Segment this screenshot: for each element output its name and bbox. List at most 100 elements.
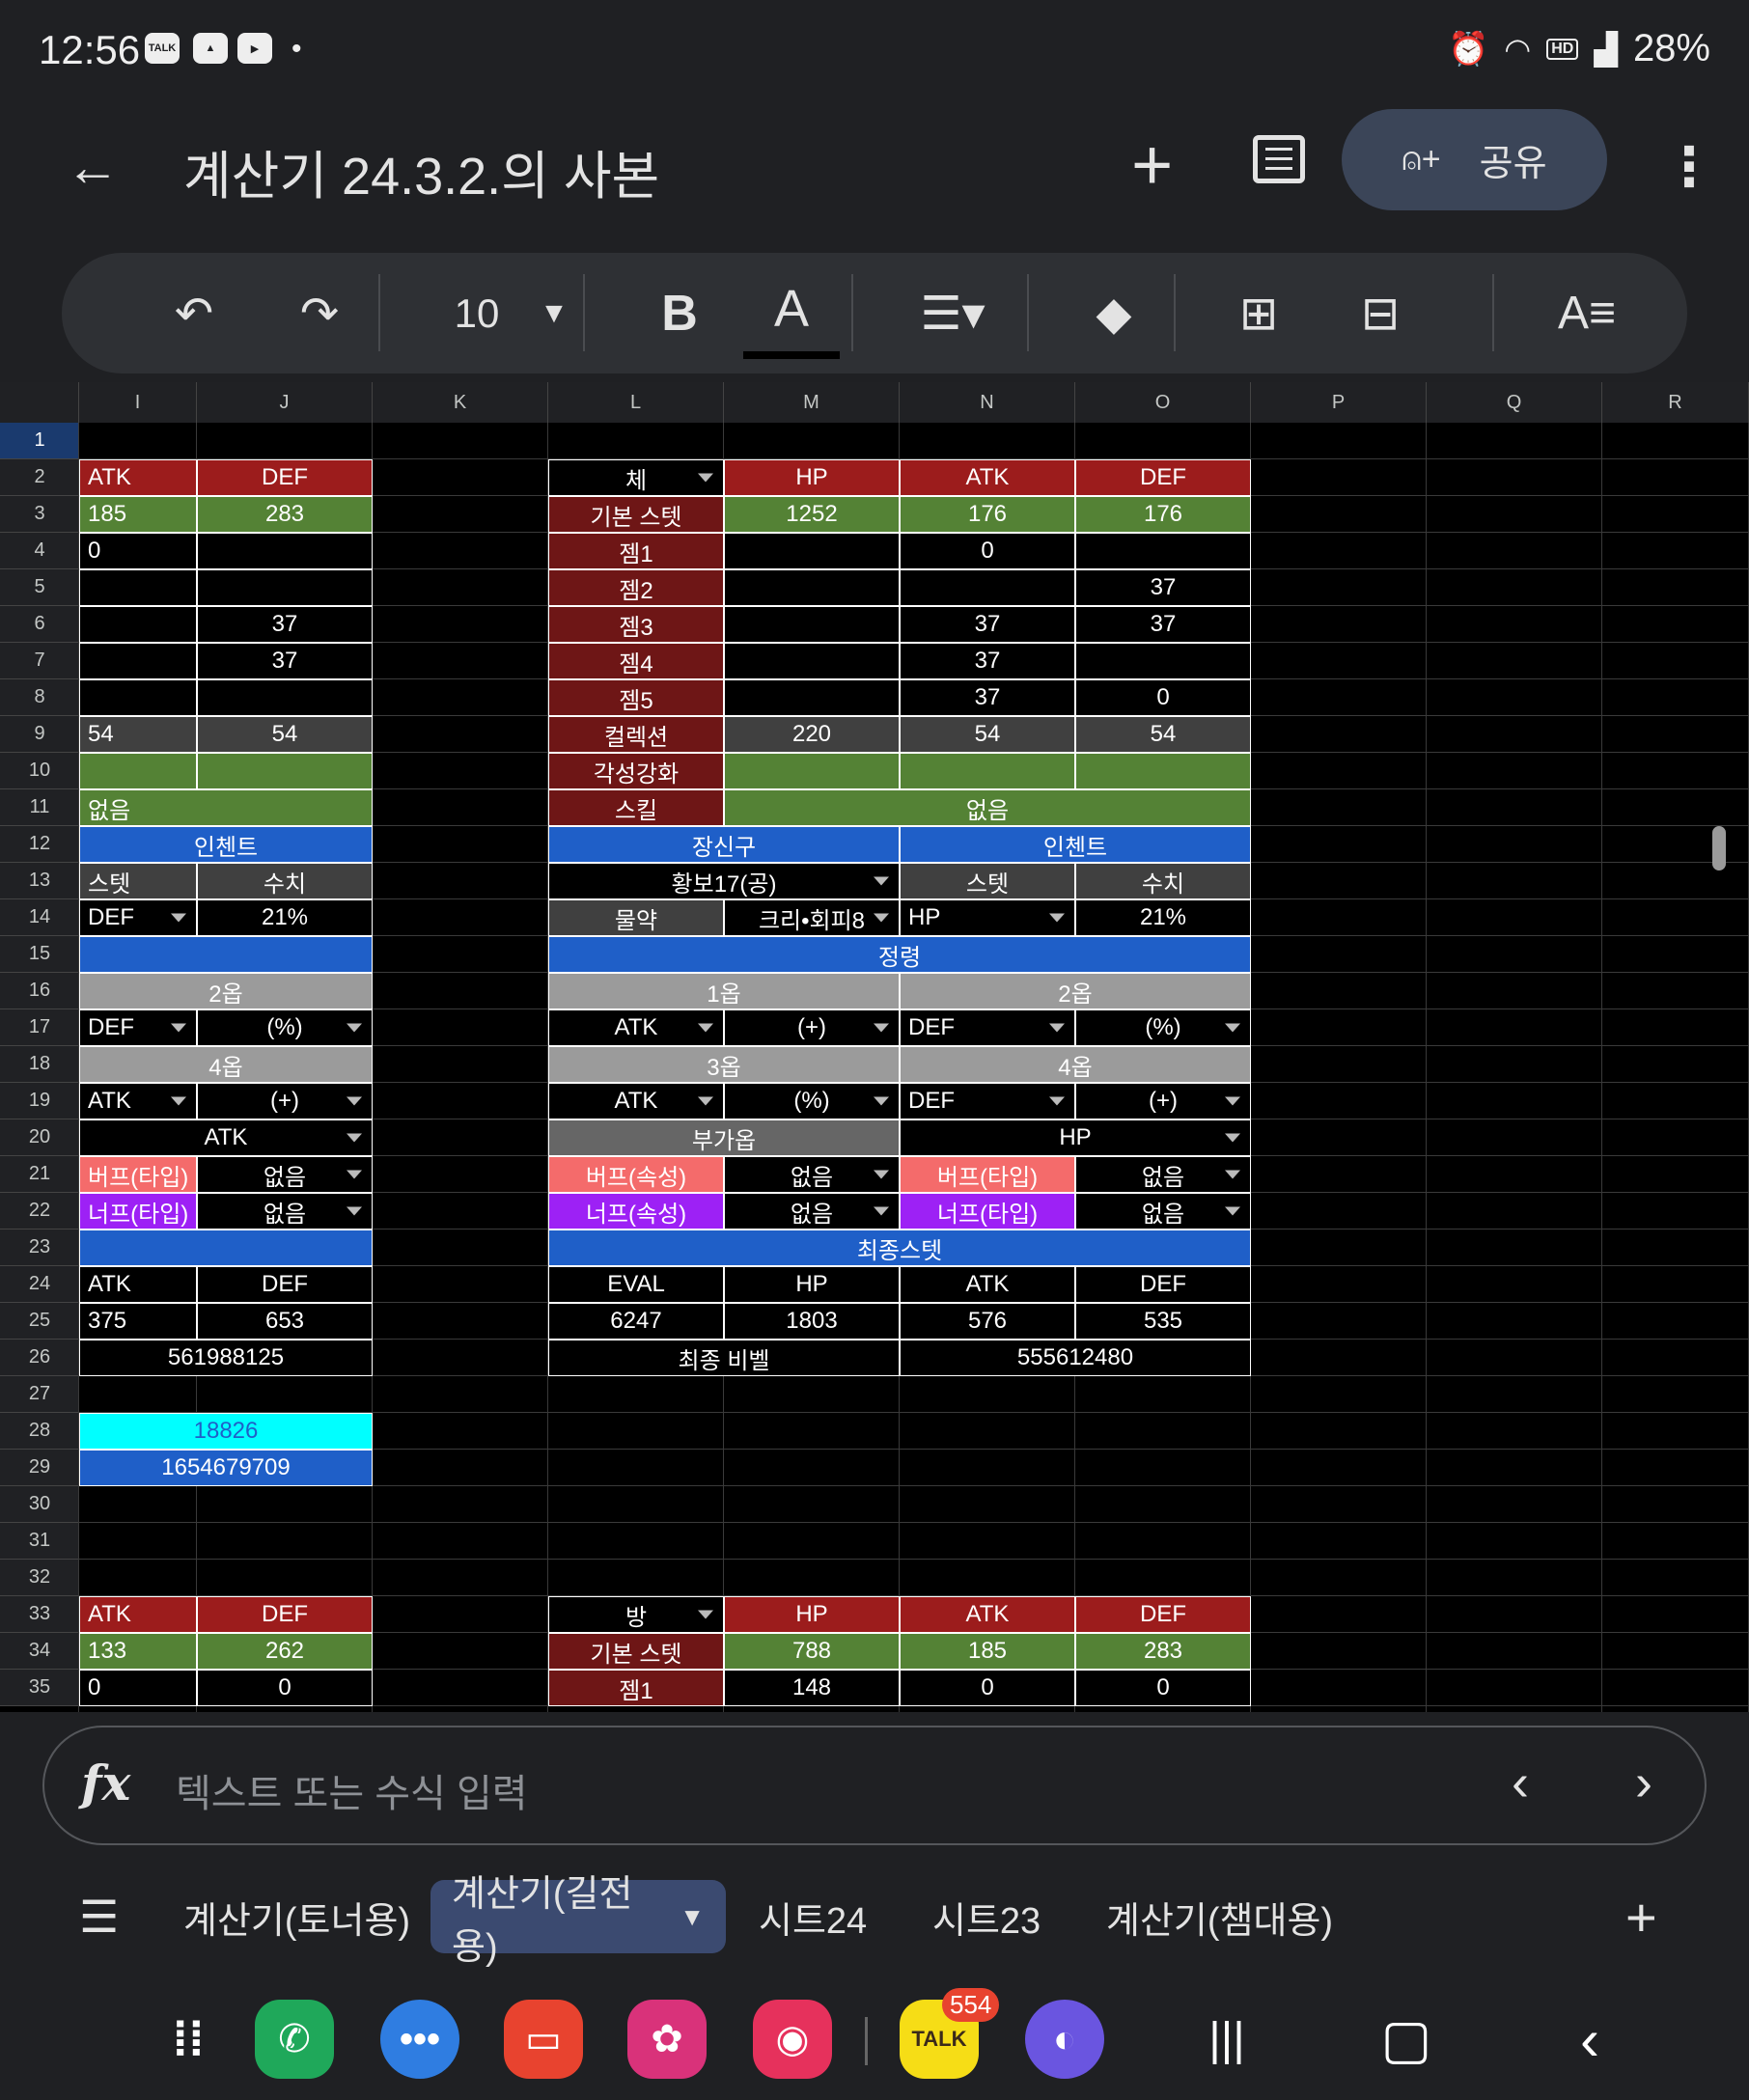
cell-l22[interactable]: 너프(속성) <box>548 1193 724 1230</box>
cell-i19[interactable]: ATK <box>79 1083 197 1119</box>
cell-l3[interactable]: 기본 스텟 <box>548 496 724 533</box>
tab-sheet-2[interactable]: 계산기(길전용) ▼ <box>430 1874 726 1968</box>
cell-j19[interactable]: (+) <box>197 1083 373 1119</box>
column-header[interactable]: R <box>1602 382 1749 423</box>
cell-i22[interactable]: 너프(타입) <box>79 1193 197 1230</box>
row-header[interactable]: 34 <box>0 1633 79 1670</box>
cell-n3[interactable]: 176 <box>900 496 1075 533</box>
column-header[interactable]: Q <box>1427 382 1602 423</box>
cell-j10[interactable] <box>197 753 373 789</box>
cell-l5[interactable]: 젬2 <box>548 569 724 606</box>
sheets-menu-icon[interactable]: ☰ <box>79 1880 119 1953</box>
dropdown-arrow-icon[interactable] <box>1225 1206 1240 1216</box>
dropdown-arrow-icon[interactable] <box>874 1023 889 1033</box>
undo-icon[interactable]: ↶ <box>151 253 237 373</box>
back-arrow-icon[interactable]: ← <box>66 135 120 198</box>
row-header[interactable]: 14 <box>0 899 79 936</box>
cell-o4[interactable] <box>1075 533 1251 569</box>
dropdown-arrow-icon[interactable] <box>1225 1170 1240 1179</box>
column-header[interactable]: O <box>1075 382 1251 423</box>
cell-l6[interactable]: 젬3 <box>548 606 724 643</box>
formula-input[interactable]: 텍스트 또는 수식 입력 <box>176 1762 528 1818</box>
dropdown-arrow-icon[interactable] <box>698 1610 713 1619</box>
cell-l26[interactable]: 최종 비벨 <box>548 1340 900 1376</box>
cell-i20[interactable]: ATK <box>79 1119 373 1156</box>
cell-l25[interactable]: 6247 <box>548 1303 724 1340</box>
dropdown-arrow-icon[interactable] <box>1225 1133 1240 1143</box>
cell-j34[interactable]: 262 <box>197 1633 373 1670</box>
row-header[interactable]: 3 <box>0 496 79 533</box>
row-header[interactable]: 21 <box>0 1156 79 1193</box>
share-button[interactable]: ⍝+ 공유 <box>1342 109 1607 210</box>
cell-m19[interactable]: (%) <box>724 1083 900 1119</box>
cell-m5[interactable] <box>724 569 900 606</box>
cell-n14[interactable]: HP <box>900 899 1075 936</box>
cell-i10[interactable] <box>79 753 197 789</box>
cell-n22[interactable]: 너프(타입) <box>900 1193 1075 1230</box>
cell-m9[interactable]: 220 <box>724 716 900 753</box>
cell-i7[interactable] <box>79 643 197 679</box>
recents-icon[interactable]: ||| <box>1187 2000 1266 2079</box>
cell-n33[interactable]: ATK <box>900 1596 1075 1633</box>
cell-n25[interactable]: 576 <box>900 1303 1075 1340</box>
spreadsheet-grid[interactable]: I J K L M N O P Q R 1 2 3 4 5 6 7 8 9 10 11 12 13 14 15 16 17 18 19 2… <box>0 382 1749 1712</box>
text-color-button[interactable]: A <box>743 266 840 359</box>
cell-i33[interactable]: ATK <box>79 1596 197 1633</box>
cell-n7[interactable]: 37 <box>900 643 1075 679</box>
cell-l33[interactable]: 방 <box>548 1596 724 1633</box>
cell-i5[interactable] <box>79 569 197 606</box>
row-header[interactable]: 29 <box>0 1450 79 1486</box>
cell-m2[interactable]: HP <box>724 459 900 496</box>
cell-l11[interactable]: 스킬 <box>548 789 724 826</box>
row-header[interactable]: 20 <box>0 1119 79 1156</box>
tab-sheet-1[interactable]: 계산기(토너용) <box>183 1880 410 1953</box>
cell-l13[interactable]: 황보17(공) <box>548 863 900 899</box>
cell-l4[interactable]: 젬1 <box>548 533 724 569</box>
cell-j13[interactable]: 수치 <box>197 863 373 899</box>
cell-l14[interactable]: 물약 <box>548 899 724 936</box>
row-header[interactable]: 11 <box>0 789 79 826</box>
cell-l23[interactable]: 최종스텟 <box>548 1230 1251 1266</box>
gallery-app-icon[interactable]: ✿ <box>627 2000 707 2079</box>
align-icon[interactable]: ☰▾ <box>890 253 1015 373</box>
cell-l16[interactable]: 1옵 <box>548 973 900 1009</box>
cell-m17[interactable]: (+) <box>724 1009 900 1046</box>
cell-j9[interactable]: 54 <box>197 716 373 753</box>
cell-o22[interactable]: 없음 <box>1075 1193 1251 1230</box>
cell-m34[interactable]: 788 <box>724 1633 900 1670</box>
chevron-right-icon[interactable]: › <box>1635 1753 1652 1812</box>
cell-m21[interactable]: 없음 <box>724 1156 900 1193</box>
cell-m8[interactable] <box>724 679 900 716</box>
bold-button[interactable]: B <box>631 253 728 373</box>
cell-j2[interactable]: DEF <box>197 459 373 496</box>
cell-j8[interactable] <box>197 679 373 716</box>
row-header[interactable]: 15 <box>0 936 79 973</box>
cell-m11[interactable]: 없음 <box>724 789 1251 826</box>
column-header[interactable]: J <box>197 382 373 423</box>
dropdown-arrow-icon[interactable] <box>171 1096 186 1106</box>
row-header[interactable]: 4 <box>0 533 79 569</box>
cell-i25[interactable]: 375 <box>79 1303 197 1340</box>
cell-n24[interactable]: ATK <box>900 1266 1075 1303</box>
cell-o13[interactable]: 수치 <box>1075 863 1251 899</box>
row-header[interactable]: 24 <box>0 1266 79 1303</box>
row-header[interactable]: 27 <box>0 1376 79 1413</box>
cell-i34[interactable]: 133 <box>79 1633 197 1670</box>
cell-o3[interactable]: 176 <box>1075 496 1251 533</box>
column-header[interactable]: N <box>900 382 1075 423</box>
row-header[interactable]: 35 <box>0 1670 79 1706</box>
cell-m10[interactable] <box>724 753 900 789</box>
cell-i28[interactable]: 18826 <box>79 1413 373 1450</box>
cell-i11[interactable]: 없음 <box>79 789 373 826</box>
cell-i14[interactable]: DEF <box>79 899 197 936</box>
cell-j25[interactable]: 653 <box>197 1303 373 1340</box>
cell-l34[interactable]: 기본 스텟 <box>548 1633 724 1670</box>
cell-m24[interactable]: HP <box>724 1266 900 1303</box>
dropdown-arrow-icon[interactable] <box>1049 913 1065 923</box>
row-header[interactable]: 12 <box>0 826 79 863</box>
cell-i24[interactable]: ATK <box>79 1266 197 1303</box>
row-header[interactable]: 19 <box>0 1083 79 1119</box>
dropdown-arrow-icon[interactable] <box>698 1023 713 1033</box>
cell-o19[interactable]: (+) <box>1075 1083 1251 1119</box>
column-header[interactable]: M <box>724 382 900 423</box>
